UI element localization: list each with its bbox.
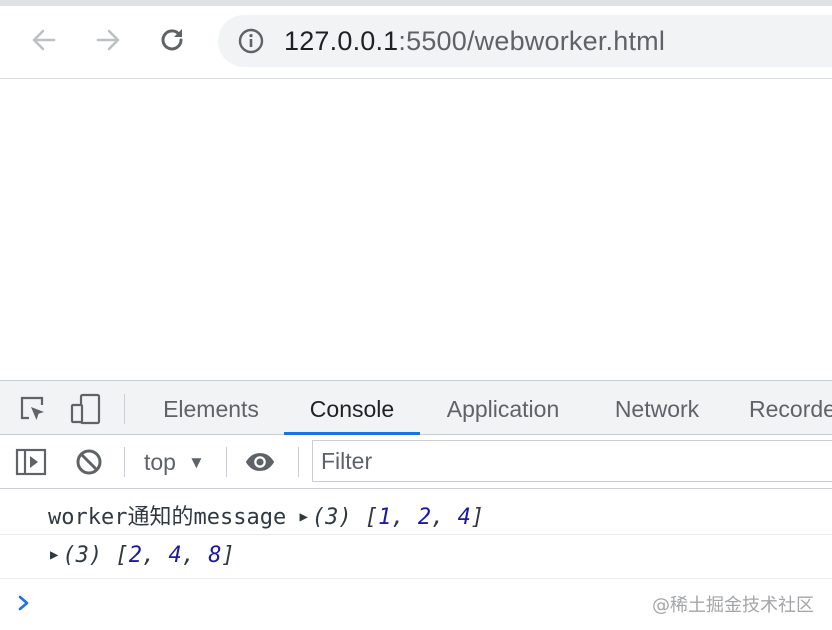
expand-triangle-icon[interactable]: ▶ [299,509,307,525]
tab-application-label: Application [446,396,560,422]
tab-recorder[interactable]: Recorde [734,381,832,435]
tab-elements[interactable]: Elements [146,381,276,435]
array-value: 4 [168,543,182,568]
show-sidebar-button[interactable] [15,446,47,478]
array-value: 8 [208,543,222,568]
device-toolbar-button[interactable] [70,393,102,425]
console-toolbar: top ▼ [0,435,832,489]
array-count: (3) [311,505,352,530]
array-preview[interactable]: (3) [1, 2, 4] [312,505,484,530]
dropdown-caret-icon: ▼ [187,453,205,472]
console-message-content: worker通知的message ▶ (3) [1, 2, 4] [48,499,484,531]
inspect-element-button[interactable] [17,393,49,425]
eye-icon [245,453,275,471]
devtools-tab-bar: Elements Console Application Network Rec… [0,380,832,435]
arrow-right-icon [96,29,120,51]
context-selector[interactable]: top ▼ [144,435,205,489]
back-button[interactable] [24,20,64,60]
toolbar-divider [124,394,125,424]
clear-console-button[interactable] [73,446,105,478]
inspect-element-icon [20,396,44,420]
tab-console-label: Console [309,396,395,422]
toolbar-divider [298,447,299,477]
array-preview[interactable]: (3) [2, 4, 8] [62,543,234,568]
tab-recorder-label: Recorde [749,396,832,422]
live-expression-button[interactable] [244,446,276,478]
arrow-left-icon [32,29,56,51]
devtools-panel: Elements Console Application Network Rec… [0,380,832,630]
chevron-right-icon [18,595,29,611]
watermark-text: @稀土掘金技术社区 [652,595,814,616]
array-value: 4 [457,505,471,530]
array-value: 1 [378,505,392,530]
browser-toolbar: 127.0.0.1:5500/webworker.html [0,6,832,79]
address-bar[interactable]: 127.0.0.1:5500/webworker.html [218,15,832,67]
tab-elements-label: Elements [163,396,259,422]
message-text: worker通知的message [48,505,287,530]
info-icon[interactable] [238,28,264,54]
device-toolbar-icon [70,393,101,425]
console-message-content: ▶ (3) [2, 4, 8] [50,543,235,568]
url-path: :5500/webworker.html [398,26,666,56]
console-message: ▶ (3) [2, 4, 8] [0,535,832,579]
expand-triangle-icon[interactable]: ▶ [50,547,58,563]
reload-button[interactable] [152,20,192,60]
filter-field[interactable] [312,440,832,482]
toolbar-divider [124,447,125,477]
array-value: 2 [417,505,432,530]
tab-network[interactable]: Network [598,381,716,435]
tab-application[interactable]: Application [428,381,578,435]
tab-console[interactable]: Console [284,381,420,435]
forward-button[interactable] [88,20,128,60]
console-prompt[interactable]: @稀土掘金技术社区 [0,579,832,630]
show-sidebar-icon [15,448,47,476]
array-value: 2 [128,543,142,568]
toolbar-divider [226,447,227,477]
context-label: top [144,449,176,475]
reload-icon [161,29,183,51]
filter-input[interactable] [321,441,821,481]
tab-network-label: Network [614,396,700,422]
clear-console-icon [76,449,102,475]
console-output: worker通知的message ▶ (3) [1, 2, 4] ▶ (3) [2,… [0,489,832,630]
url-host: 127.0.0.1 [284,26,399,56]
array-count: (3) [62,543,103,568]
console-message: worker通知的message ▶ (3) [1, 2, 4] [0,489,832,535]
url-text[interactable]: 127.0.0.1:5500/webworker.html [284,25,665,57]
